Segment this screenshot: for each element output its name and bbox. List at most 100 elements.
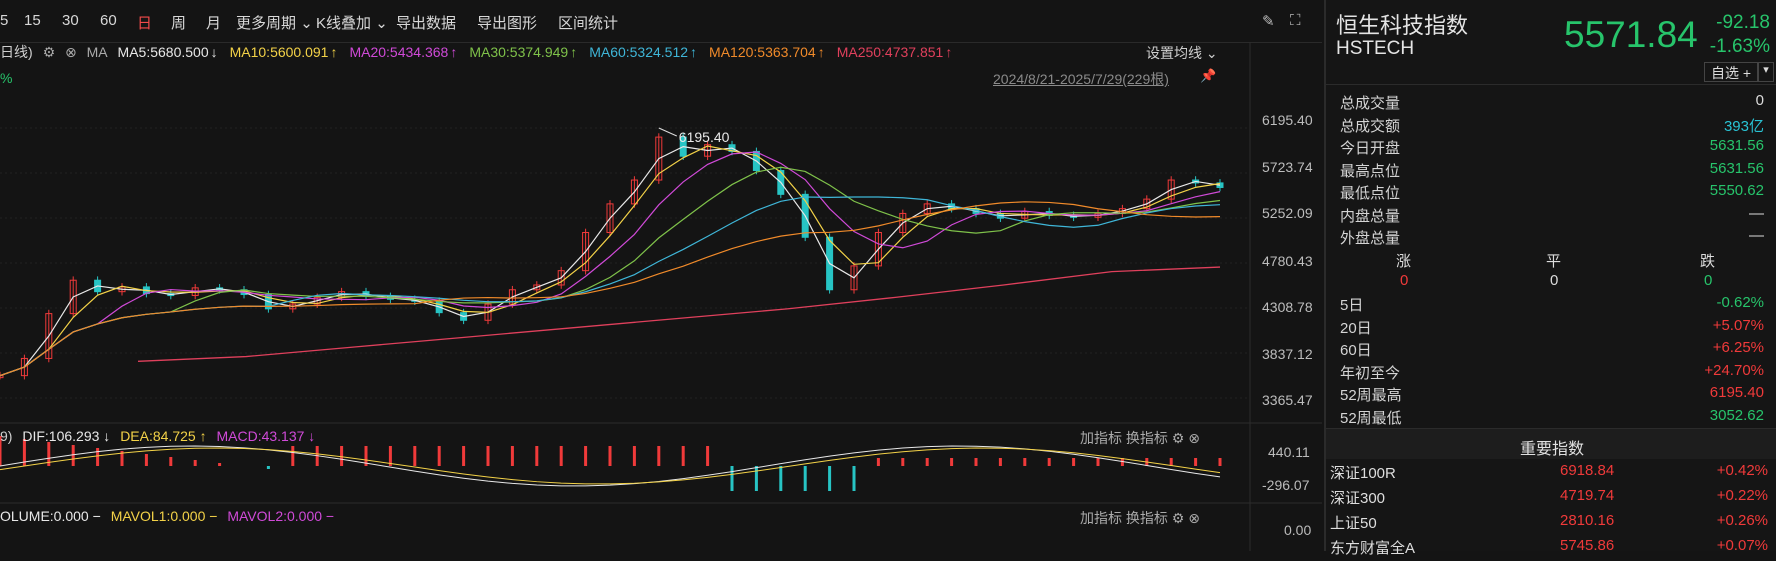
gear-icon[interactable]: ⚙ bbox=[1172, 430, 1185, 446]
mavol1-value: MAVOL1:0.000 bbox=[110, 508, 206, 524]
performance-label: 5日 bbox=[1340, 297, 1364, 314]
volume-legend: OLUME:0.000 − MAVOL1:0.000 − MAVOL2:0.00… bbox=[0, 508, 334, 524]
index-row[interactable]: 上证50 2810.16 +0.26% bbox=[1330, 512, 1772, 536]
divider bbox=[1326, 84, 1776, 85]
dif-value: DIF:106.293 bbox=[22, 428, 100, 444]
performance-label: 年初至今 bbox=[1340, 364, 1401, 382]
index-change: +0.42% bbox=[1716, 462, 1768, 479]
peak-pointer bbox=[658, 127, 678, 137]
index-name: 恒生科技指数 bbox=[1336, 13, 1469, 38]
macd-legend: 9) DIF:106.293 ↓ DEA:84.725 ↑ MACD:43.13… bbox=[0, 428, 315, 444]
ma250-line bbox=[137, 266, 1221, 362]
stat-value: 393亿 bbox=[1723, 117, 1764, 135]
index-price: 4719.74 bbox=[1560, 487, 1615, 504]
index-change: +0.22% bbox=[1716, 487, 1768, 504]
macd-tools: 加指标 换指标 ⚙ ⊗ bbox=[1080, 428, 1200, 448]
stat-row: 外盘总量 — bbox=[1340, 227, 1764, 249]
add-indicator-button[interactable]: 加指标 bbox=[1080, 430, 1122, 446]
dif-arrow: ↓ bbox=[103, 428, 111, 444]
performance-label: 20日 bbox=[1340, 319, 1372, 337]
stat-value: — bbox=[1749, 227, 1764, 244]
stat-row: 最高点位 5631.56 bbox=[1340, 160, 1764, 182]
price-tick: 6195.40 bbox=[1262, 112, 1313, 128]
index-price: 6918.84 bbox=[1560, 462, 1615, 479]
up-label: 涨 bbox=[1396, 253, 1412, 270]
price-change: -92.18 bbox=[1716, 12, 1770, 33]
stat-label: 最高点位 bbox=[1340, 162, 1401, 180]
volume-value: OLUME:0.000 bbox=[0, 508, 89, 524]
dea-arrow: ↑ bbox=[199, 428, 207, 444]
ma-line bbox=[0, 166, 1221, 377]
stat-value: 0 bbox=[1755, 92, 1764, 109]
volume-axis: 0.00 bbox=[1284, 522, 1312, 538]
index-name: 东方财富全A bbox=[1330, 540, 1416, 557]
ma-line bbox=[0, 145, 1221, 377]
index-name: 深证100R bbox=[1330, 465, 1396, 482]
price-tick: 4308.78 bbox=[1262, 299, 1313, 315]
stat-value: — bbox=[1749, 204, 1764, 222]
stat-label: 总成交额 bbox=[1340, 117, 1401, 135]
close-icon[interactable]: ⊗ bbox=[1188, 430, 1200, 446]
down-label: 跌 bbox=[1700, 253, 1716, 270]
stat-value: 5550.62 bbox=[1709, 182, 1764, 199]
macd-axis-top: 440.11 bbox=[1268, 444, 1310, 460]
macd-value: MACD:43.137 bbox=[216, 428, 305, 444]
last-price: 5571.84 bbox=[1564, 14, 1698, 55]
close-icon[interactable]: ⊗ bbox=[1188, 510, 1200, 526]
chevron-down-icon[interactable]: ▾ bbox=[1758, 62, 1774, 82]
dash-icon: − bbox=[325, 508, 335, 524]
indices-header: 重要指数 bbox=[1326, 428, 1776, 459]
price-tick: 3365.47 bbox=[1262, 392, 1313, 408]
performance-row: 年初至今 +24.70% bbox=[1340, 362, 1764, 384]
index-row[interactable]: 深证100R 6918.84 +0.42% bbox=[1330, 462, 1772, 486]
stat-row: 今日开盘 5631.56 bbox=[1340, 137, 1764, 159]
stat-row: 内盘总量 — bbox=[1340, 205, 1764, 227]
performance-label: 60日 bbox=[1340, 342, 1372, 359]
candlestick-chart[interactable]: 6195.40 bbox=[0, 0, 1322, 551]
stat-label: 内盘总量 bbox=[1340, 207, 1401, 225]
gear-icon[interactable]: ⚙ bbox=[1172, 510, 1185, 526]
flat-count: 0 bbox=[1550, 272, 1559, 289]
dea-value: DEA:84.725 bbox=[120, 428, 196, 444]
performance-value: 6195.40 bbox=[1709, 384, 1764, 401]
stat-row: 总成交额 393亿 bbox=[1340, 115, 1764, 137]
stat-label: 总成交量 bbox=[1340, 95, 1401, 112]
quote-panel: 恒生科技指数 HSTECH 5571.84 -92.18 -1.63% 自选 +… bbox=[1324, 0, 1776, 557]
macd-arrow: ↓ bbox=[308, 428, 316, 444]
macd-period-label: 9) bbox=[0, 428, 13, 444]
up-count: 0 bbox=[1400, 272, 1409, 289]
add-indicator-button[interactable]: 加指标 bbox=[1080, 510, 1122, 526]
index-change: +0.07% bbox=[1716, 537, 1768, 554]
index-price: 5745.86 bbox=[1560, 537, 1615, 554]
index-row[interactable]: 东方财富全A 5745.86 +0.07% bbox=[1330, 537, 1772, 561]
performance-value: 3052.62 bbox=[1709, 406, 1764, 424]
performance-value: -0.62% bbox=[1716, 294, 1764, 311]
ma-line bbox=[0, 146, 1221, 377]
index-row[interactable]: 深证300 4719.74 +0.22% bbox=[1330, 487, 1772, 511]
macd-axis-bottom: -296.07 bbox=[1262, 477, 1310, 493]
peak-label: 6195.40 bbox=[679, 129, 730, 145]
stat-row: 最低点位 5550.62 bbox=[1340, 182, 1764, 204]
performance-row: 52周最高 6195.40 bbox=[1340, 384, 1764, 406]
stat-value: 5631.56 bbox=[1709, 159, 1764, 177]
index-price: 2810.16 bbox=[1560, 512, 1615, 529]
price-change-pct: -1.63% bbox=[1709, 36, 1770, 57]
index-name: 深证300 bbox=[1330, 490, 1386, 507]
stat-label: 今日开盘 bbox=[1340, 140, 1401, 157]
price-tick: 5252.09 bbox=[1262, 205, 1313, 221]
index-change: +0.26% bbox=[1716, 512, 1768, 529]
performance-value: +24.70% bbox=[1704, 361, 1764, 379]
stat-value: 5631.56 bbox=[1709, 137, 1764, 154]
switch-indicator-button[interactable]: 换指标 bbox=[1126, 510, 1168, 526]
index-code: HSTECH bbox=[1336, 38, 1415, 59]
dash-icon: − bbox=[209, 508, 218, 524]
price-tick: 5723.74 bbox=[1262, 159, 1313, 175]
performance-row: 5日 -0.62% bbox=[1340, 294, 1764, 316]
indices-title: 重要指数 bbox=[1520, 441, 1585, 458]
switch-indicator-button[interactable]: 换指标 bbox=[1126, 430, 1168, 446]
stat-label: 外盘总量 bbox=[1340, 230, 1401, 247]
watchlist-button[interactable]: 自选 + bbox=[1704, 62, 1758, 82]
mavol2-value: MAVOL2:0.000 bbox=[227, 508, 323, 524]
price-tick: 4780.43 bbox=[1262, 253, 1313, 269]
performance-label: 52周最低 bbox=[1340, 409, 1402, 427]
